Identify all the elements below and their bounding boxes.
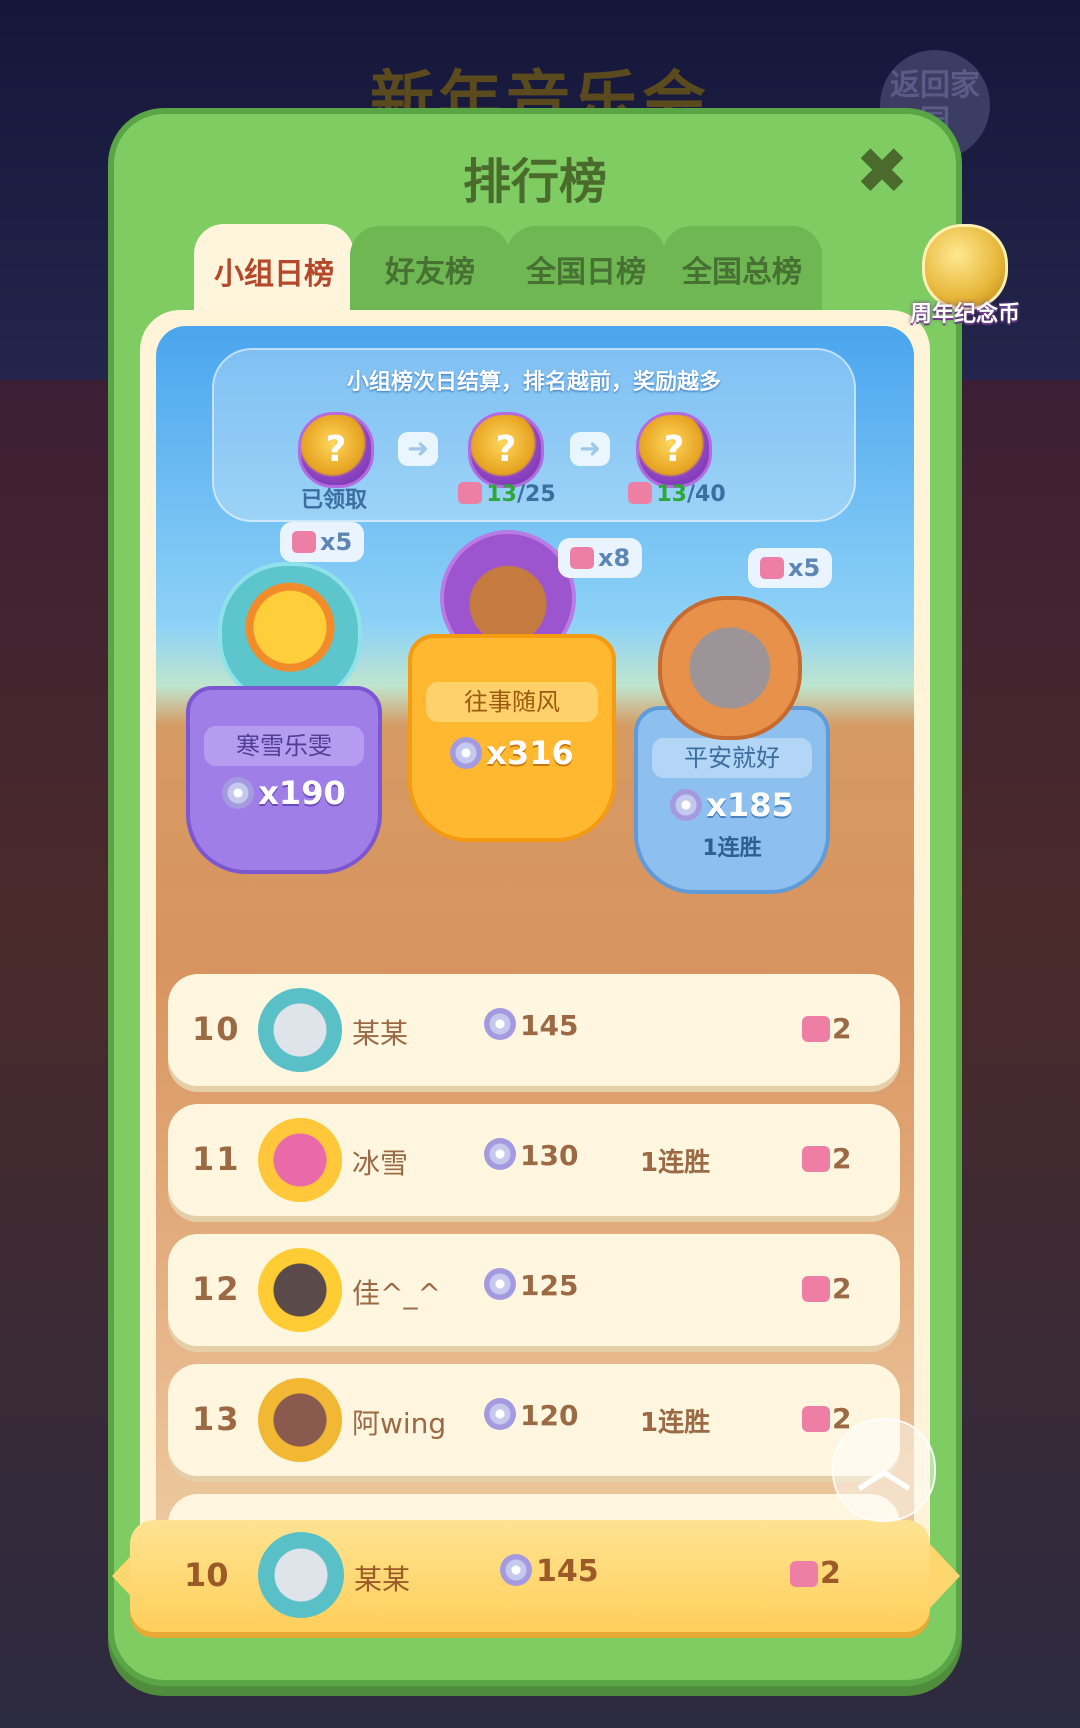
row-rank: 11 [192,1140,241,1178]
my-rank-ribbon-right [930,1544,960,1608]
row-score: 130 [484,1138,578,1172]
disc-icon [500,1554,532,1586]
puzzle-piece-icon [802,1016,830,1042]
avatar[interactable] [258,1532,344,1618]
arrow-right-icon: ➜ [398,432,438,466]
close-icon[interactable]: ✖ [852,140,912,204]
tab-friends[interactable]: 好友榜 [350,226,510,312]
row-score: 120 [484,1398,578,1432]
tab-group-daily[interactable]: 小组日榜 [194,224,354,318]
avatar[interactable] [258,1248,342,1332]
reward-chest-1-status: 已领取 [300,488,367,513]
disc-icon [484,1138,516,1170]
reward-bubble-first: x8 [558,538,643,578]
puzzle-piece-icon [628,482,653,504]
podium-third-score: x185 [638,786,826,824]
reward-chest-2-icon[interactable]: ? [468,412,544,488]
reward-progress-bar: 小组榜次日结算，排名越前，奖励越多 ? 已领取 ➜ ? 13/25 ➜ ? 13… [212,348,856,522]
my-score: 145 [500,1554,599,1589]
podium-second-name: 寒雪乐雯 [204,726,364,766]
row-streak: 1连胜 [640,1408,711,1438]
row-reward: 2 [802,1142,851,1175]
row-reward: 2 [802,1012,851,1045]
avatar-third-place[interactable] [658,596,802,740]
arrow-right-icon: ➜ [570,432,610,466]
row-rank: 10 [192,1010,241,1048]
podium-first-score: x316 [412,734,612,772]
row-reward: 2 [802,1272,851,1305]
my-reward: 2 [790,1556,841,1591]
puzzle-piece-icon [292,531,316,553]
avatar[interactable] [258,1378,342,1462]
avatar-second-place[interactable] [218,562,362,706]
anniversary-coin-label: 周年纪念币 [909,302,1020,327]
disc-icon [222,777,255,809]
puzzle-piece-icon [802,1276,830,1302]
table-row[interactable]: 12 佳^_^ 125 2 [168,1234,900,1346]
row-rank: 12 [192,1270,241,1308]
disc-icon [450,737,483,769]
panel-title: 排行榜 [462,154,607,210]
puzzle-piece-icon [790,1561,818,1587]
row-username: 阿wing [352,1407,447,1440]
puzzle-piece-icon [570,547,594,569]
tab-national-total[interactable]: 全国总榜 [662,226,822,312]
podium-first: 往事随风 x316 [408,634,616,842]
tab-national-daily[interactable]: 全国日榜 [506,226,666,312]
table-row[interactable]: 13 阿wing 120 1连胜 2 [168,1364,900,1476]
chevron-up-icon[interactable]: ︿ [832,1418,936,1522]
reward-rule-text: 小组榜次日结算，排名越前，奖励越多 [346,370,721,395]
avatar[interactable] [258,988,342,1072]
reward-chest-3-progress: 13/40 [602,482,752,507]
disc-icon [484,1268,516,1300]
podium-first-name: 往事随风 [426,682,598,722]
leaderboard-content: 小组榜次日结算，排名越前，奖励越多 ? 已领取 ➜ ? 13/25 ➜ ? 13… [140,310,930,1622]
table-row[interactable]: 11 冰雪 130 1连胜 2 [168,1104,900,1216]
leaderboard-panel: 排行榜 ✖ 小组日榜 好友榜 全国日榜 全国总榜 小组榜次日结算，排名越前，奖励… [108,108,1020,1686]
reward-chest-3-icon[interactable]: ? [636,412,712,488]
puzzle-piece-icon [760,557,784,579]
reward-chest-2-progress: 13/25 [432,482,582,507]
podium-third-name: 平安就好 [652,738,812,778]
table-row[interactable]: 10 某某 145 2 [168,974,900,1086]
reward-chest-1-icon[interactable]: ? [298,412,374,488]
disc-icon [484,1398,516,1430]
disc-icon [670,789,703,821]
reward-bubble-second: x5 [280,522,365,562]
row-reward: 2 [802,1402,851,1435]
reward-bubble-third: x5 [748,548,833,588]
row-rank: 13 [192,1400,241,1438]
podium-third-streak: 1连胜 [702,836,762,861]
leaderboard-stage[interactable]: 小组榜次日结算，排名越前，奖励越多 ? 已领取 ➜ ? 13/25 ➜ ? 13… [156,326,914,1620]
row-username: 某某 [352,1017,409,1050]
puzzle-piece-icon [802,1406,830,1432]
row-score: 125 [484,1268,578,1302]
my-rank: 10 [184,1556,229,1594]
disc-icon [484,1008,516,1040]
row-username: 冰雪 [352,1147,409,1180]
anniversary-coin-button[interactable]: 周年纪念币 [904,218,1024,328]
puzzle-piece-icon [802,1146,830,1172]
avatar[interactable] [258,1118,342,1202]
row-username: 佳^_^ [352,1277,441,1310]
row-streak: 1连胜 [640,1148,711,1178]
row-score: 145 [484,1008,578,1042]
podium-second-score: x190 [190,774,378,812]
podium-second: 寒雪乐雯 x190 [186,686,382,874]
my-username: 某某 [354,1563,411,1596]
my-rank-row[interactable]: 10 某某 145 2 [130,1520,930,1632]
puzzle-piece-icon [458,482,483,504]
